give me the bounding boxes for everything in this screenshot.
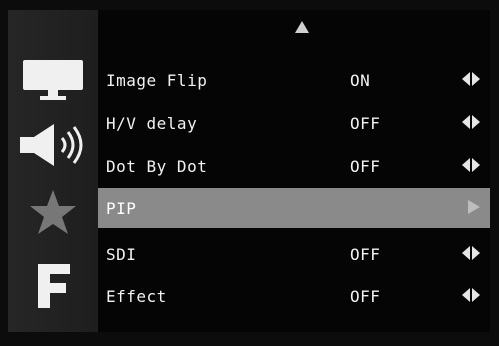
- left-right-arrows-icon[interactable]: [462, 158, 480, 172]
- osd-screen: Image Flip ON H/V delay OFF Dot By Dot O…: [0, 0, 499, 346]
- menu-row-value: OFF: [350, 245, 381, 264]
- left-right-arrows-icon[interactable]: [462, 246, 480, 260]
- menu-row-pip[interactable]: PIP: [98, 188, 490, 228]
- right-arrow-icon[interactable]: [462, 200, 480, 214]
- up-arrow-icon[interactable]: [294, 20, 310, 34]
- menu-row-label: Dot By Dot: [106, 157, 208, 176]
- menu-row-label: PIP: [106, 199, 137, 218]
- menu-row-dot-by-dot[interactable]: Dot By Dot OFF: [98, 146, 490, 186]
- menu-row-value: ON: [350, 71, 371, 90]
- menu-row-sdi[interactable]: SDI OFF: [98, 234, 490, 274]
- monitor-icon[interactable]: [22, 58, 84, 102]
- menu-row-hv-delay[interactable]: H/V delay OFF: [98, 103, 490, 143]
- category-sidebar: [8, 10, 98, 332]
- speaker-icon[interactable]: [18, 122, 90, 168]
- star-icon[interactable]: [28, 188, 78, 236]
- left-right-arrows-icon[interactable]: [462, 115, 480, 129]
- left-right-arrows-icon[interactable]: [462, 288, 480, 302]
- menu-row-value: OFF: [350, 287, 381, 306]
- menu-row-label: Image Flip: [106, 71, 208, 90]
- menu-row-label: H/V delay: [106, 114, 198, 133]
- left-right-arrows-icon[interactable]: [462, 72, 480, 86]
- menu-row-effect[interactable]: Effect OFF: [98, 276, 490, 316]
- menu-row-label: SDI: [106, 245, 137, 264]
- menu-row-value: OFF: [350, 114, 381, 133]
- menu-row-value: OFF: [350, 157, 381, 176]
- settings-menu: Image Flip ON H/V delay OFF Dot By Dot O…: [98, 10, 490, 332]
- function-f-icon[interactable]: [36, 262, 72, 310]
- menu-row-label: Effect: [106, 287, 167, 306]
- menu-row-image-flip[interactable]: Image Flip ON: [98, 60, 490, 100]
